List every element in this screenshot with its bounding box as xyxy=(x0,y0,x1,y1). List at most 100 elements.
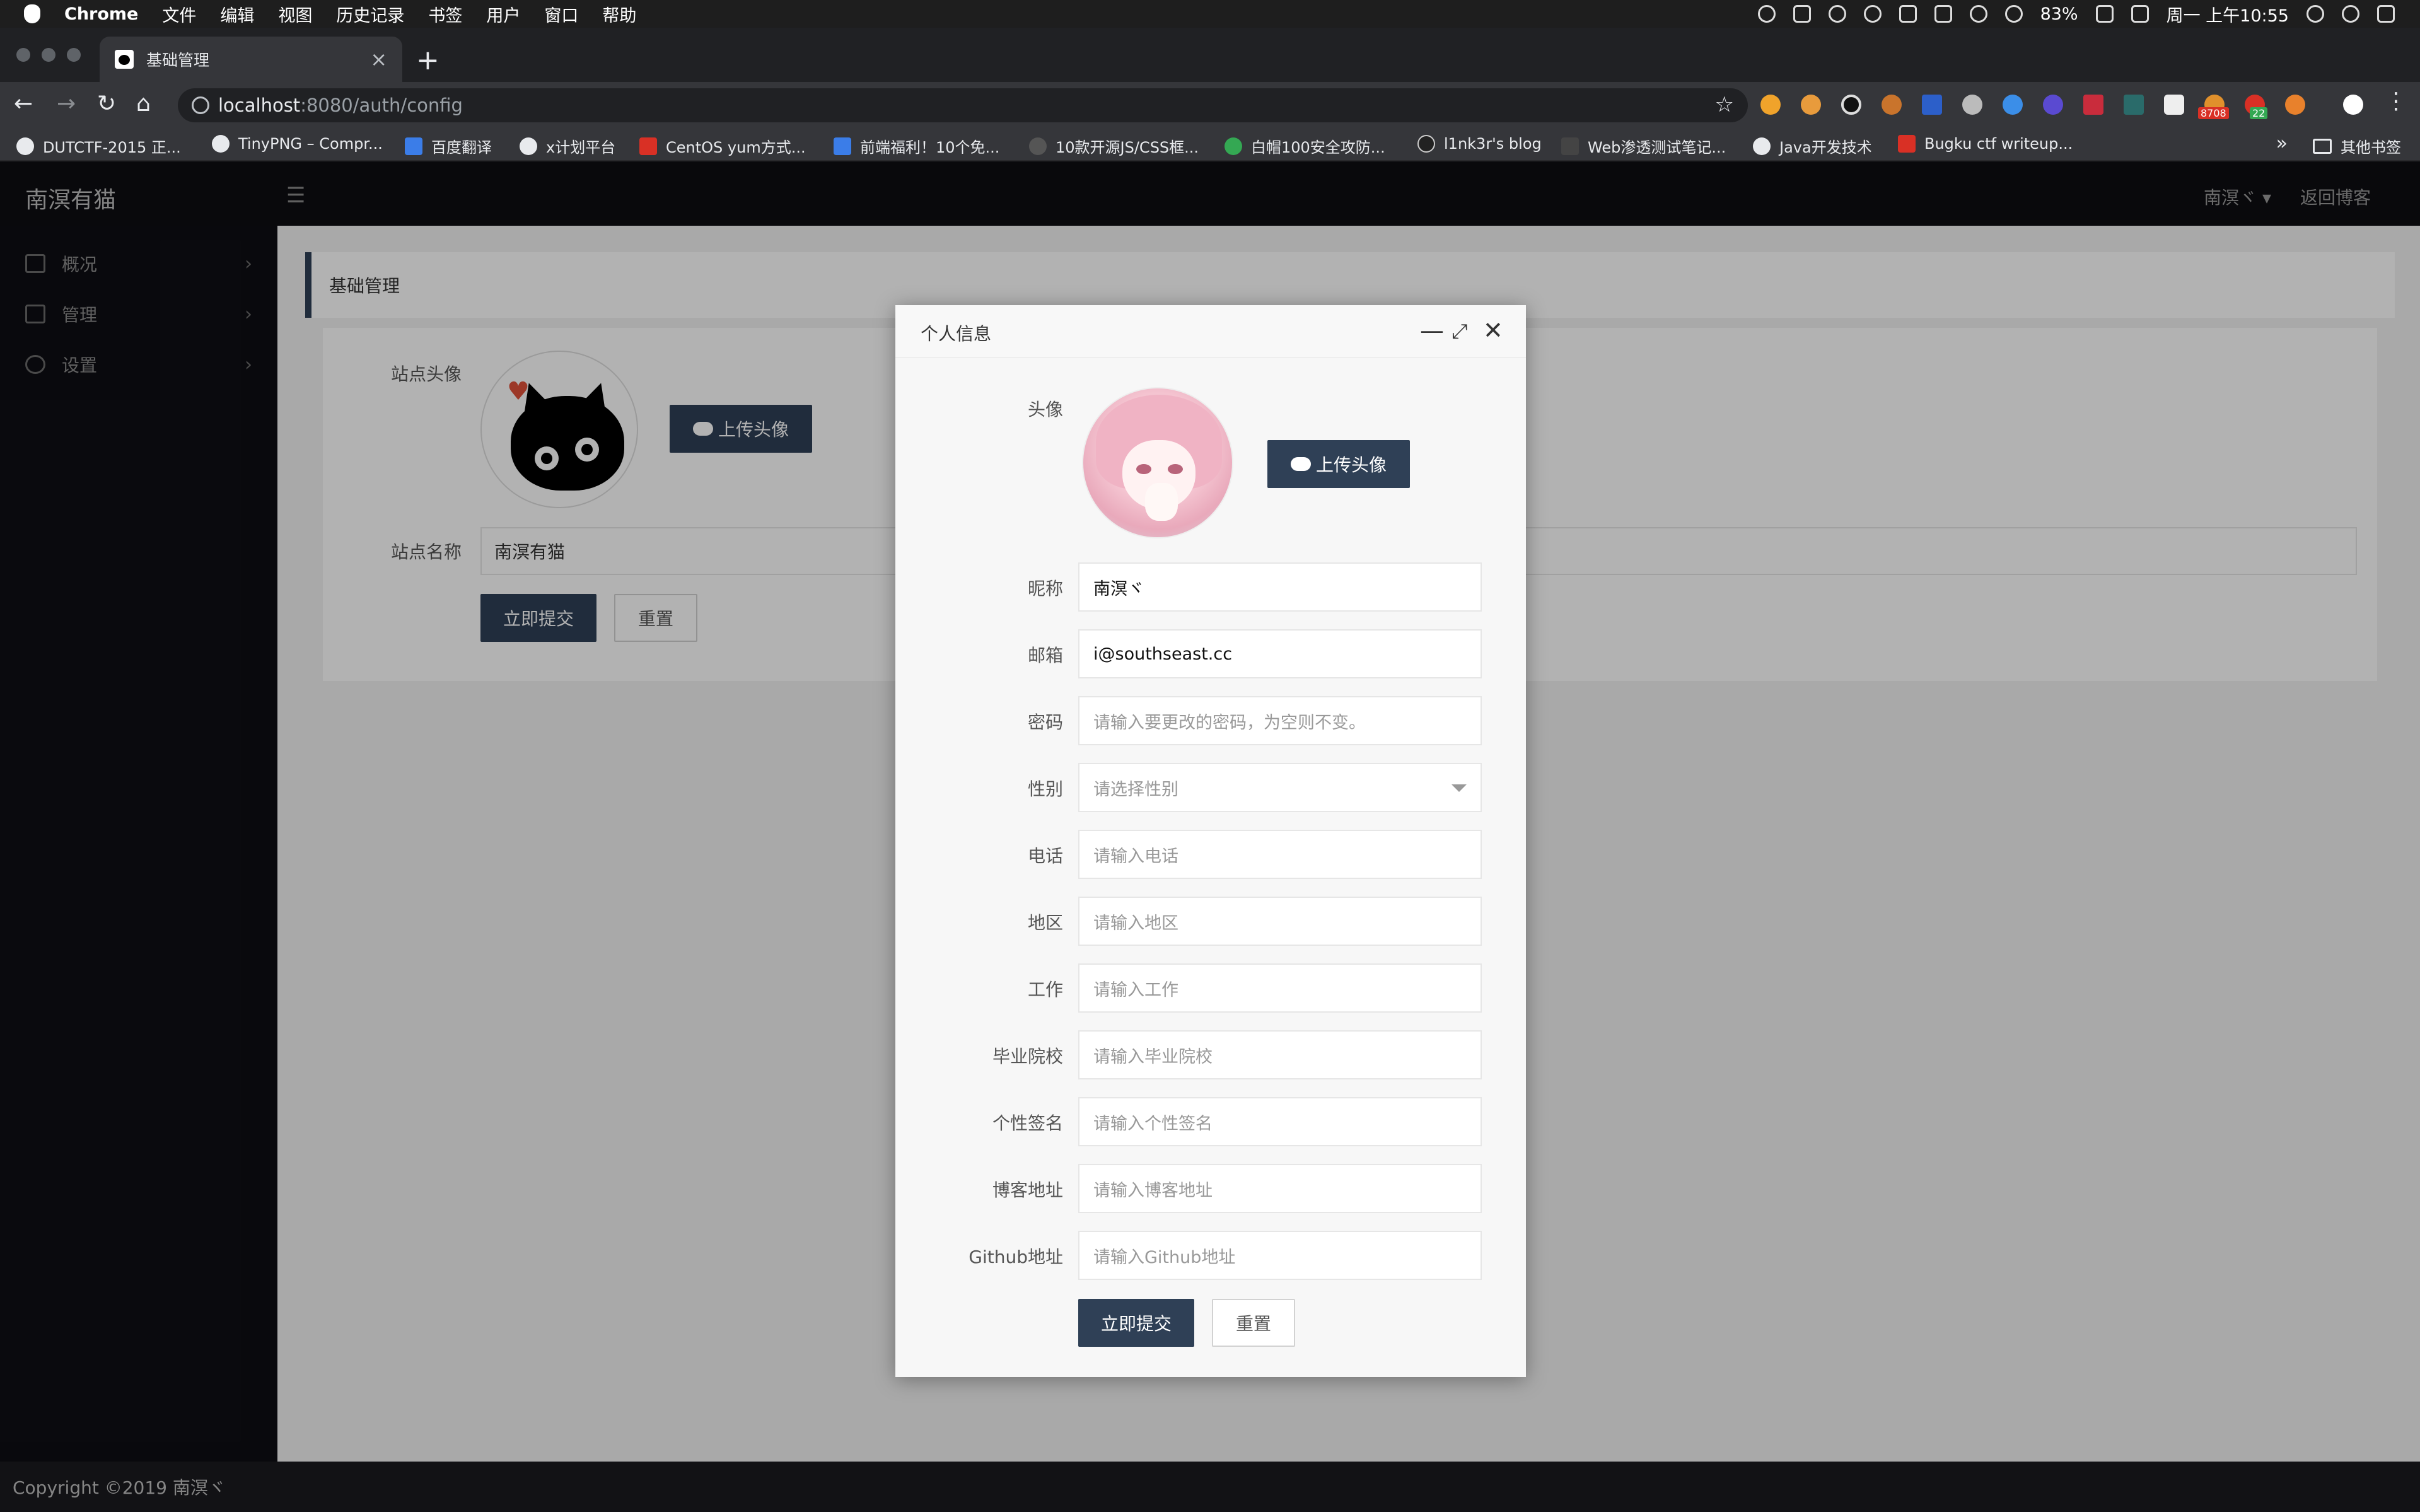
signature-input[interactable]: 请输入个性签名 xyxy=(1078,1097,1482,1146)
tab-active[interactable]: 基础管理 × xyxy=(100,37,402,82)
forward-arrow-icon[interactable]: → xyxy=(57,91,76,117)
bookmark-wechat-icon xyxy=(1225,137,1242,155)
bookmark-item[interactable]: Java开发技术 xyxy=(1753,135,1872,157)
terminal-extension-icon[interactable] xyxy=(2124,95,2144,115)
gender-select[interactable]: 请选择性别 xyxy=(1078,763,1482,812)
bookmark-label: 白帽100安全攻防... xyxy=(1251,139,1385,156)
school-input[interactable]: 请输入毕业院校 xyxy=(1078,1030,1482,1079)
mic-icon[interactable] xyxy=(1863,5,1882,23)
submit-button[interactable]: 立即提交 xyxy=(1078,1299,1194,1347)
docker-icon[interactable] xyxy=(1899,5,1917,23)
bookmark-item[interactable]: DUTCTF-2015 正... xyxy=(16,135,181,157)
menu-view[interactable]: 视图 xyxy=(278,2,312,26)
job-input[interactable]: 请输入工作 xyxy=(1078,963,1482,1013)
dollar-icon[interactable] xyxy=(1793,5,1811,23)
url-host: localhost xyxy=(218,95,301,116)
java-extension-icon[interactable] xyxy=(1882,95,1902,115)
menu-help[interactable]: 帮助 xyxy=(602,2,636,26)
reset-button[interactable]: 重置 xyxy=(1212,1299,1295,1347)
menu-people[interactable]: 用户 xyxy=(486,2,520,26)
close-icon[interactable]: ✕ xyxy=(1483,317,1503,344)
minimize-icon[interactable]: — xyxy=(1420,317,1444,344)
clock[interactable]: 周一 上午10:55 xyxy=(2167,2,2289,26)
record-extension-icon[interactable] xyxy=(1841,95,1861,115)
home-icon[interactable]: ⌂ xyxy=(136,91,151,117)
cookie-extension-icon[interactable] xyxy=(1801,95,1821,115)
bookmark-label: 10款开源JS/CSS框... xyxy=(1056,139,1199,156)
js-extension-icon[interactable] xyxy=(2083,95,2103,115)
bookmark-item[interactable]: l1nk3r's blog xyxy=(1417,135,1542,153)
bookmark-item[interactable]: 10款开源JS/CSS框... xyxy=(1029,135,1199,157)
gauge-extension-icon[interactable] xyxy=(2164,95,2184,115)
bluetooth-icon[interactable] xyxy=(1969,5,1987,23)
chrome-menu-icon[interactable]: ⋮ xyxy=(2385,88,2407,114)
folder-icon xyxy=(2313,138,2332,154)
tab-close-icon[interactable]: × xyxy=(370,47,387,71)
bookmark-item[interactable]: x计划平台 xyxy=(520,135,615,157)
bookmark-star-icon[interactable]: ☆ xyxy=(1715,92,1734,117)
tab-strip: 基础管理 × + xyxy=(0,28,2420,82)
s-app-icon[interactable] xyxy=(2131,5,2149,23)
settings-extension-icon[interactable] xyxy=(1962,95,1982,115)
bell-icon[interactable] xyxy=(1828,5,1846,23)
blog-url-input[interactable]: 请输入博客地址 xyxy=(1078,1164,1482,1213)
email-input[interactable]: i@southseast.cc xyxy=(1078,629,1482,678)
bookmark-panda-icon xyxy=(212,135,230,153)
gender-placeholder: 请选择性别 xyxy=(1093,779,1178,800)
apple-icon[interactable] xyxy=(24,4,40,23)
menu-file[interactable]: 文件 xyxy=(162,2,196,26)
upload-label: 上传头像 xyxy=(1315,455,1387,475)
github-url-input[interactable]: 请输入Github地址 xyxy=(1078,1231,1482,1280)
siri-icon[interactable] xyxy=(2342,5,2359,23)
wechat-icon[interactable] xyxy=(1757,5,1776,23)
reload-icon[interactable]: ↻ xyxy=(97,91,116,117)
signature-label: 个性签名 xyxy=(992,1113,1063,1134)
spotlight-search-icon[interactable] xyxy=(2307,5,2324,23)
address-bar[interactable]: localhost:8080/auth/config ☆ xyxy=(178,88,1748,122)
window-minimize-dot[interactable] xyxy=(42,48,55,62)
phone-input[interactable]: 请输入电话 xyxy=(1078,830,1482,879)
menu-history[interactable]: 历史记录 xyxy=(336,2,404,26)
user-avatar-image xyxy=(1082,387,1233,538)
bookmark-translate-icon xyxy=(405,137,422,155)
wifi-icon[interactable] xyxy=(2004,5,2023,23)
calendar-extension-icon[interactable] xyxy=(1922,95,1942,115)
back-arrow-icon[interactable]: ← xyxy=(14,91,33,117)
bookmark-item[interactable]: Web渗透测试笔记... xyxy=(1561,135,1726,157)
extension-badge-count: 8708 xyxy=(2198,107,2229,119)
bookmark-label: Web渗透测试笔记... xyxy=(1588,139,1726,156)
password-input[interactable]: 请输入要更改的密码，为空则不变。 xyxy=(1078,696,1482,745)
bookmark-item[interactable]: 前端福利！10个免... xyxy=(834,135,999,157)
battery-icon[interactable] xyxy=(2095,5,2114,23)
url-path: :8080/auth/config xyxy=(300,95,463,116)
nickname-input[interactable]: 南溟ヾ xyxy=(1078,562,1482,612)
profile-avatar-icon[interactable] xyxy=(2343,95,2363,115)
window-zoom-dot[interactable] xyxy=(67,48,81,62)
maximize-icon[interactable]: ⤢ xyxy=(1451,319,1468,344)
window-close-dot[interactable] xyxy=(16,48,30,62)
fox-extension-icon[interactable] xyxy=(2285,95,2305,115)
menu-bookmarks[interactable]: 书签 xyxy=(428,2,462,26)
battery-percent: 83% xyxy=(2040,4,2078,24)
school-label: 毕业院校 xyxy=(992,1046,1063,1067)
other-bookmarks[interactable]: 其他书签 xyxy=(2313,135,2401,157)
bookmark-item[interactable]: 百度翻译 xyxy=(405,135,492,157)
bookmarks-overflow-chevron-icon[interactable]: » xyxy=(2276,132,2288,154)
bookmark-item[interactable]: Bugku ctf writeup... xyxy=(1898,135,2073,153)
bookmark-item[interactable]: CentOS yum方式... xyxy=(639,135,806,157)
upload-avatar-button[interactable]: 上传头像 xyxy=(1267,440,1410,488)
region-input[interactable]: 请输入地区 xyxy=(1078,897,1482,946)
bookmark-item[interactable]: 白帽100安全攻防... xyxy=(1225,135,1385,157)
menu-window[interactable]: 窗口 xyxy=(544,2,578,26)
bookmark-label: TinyPNG – Compr... xyxy=(238,135,383,153)
new-tab-button[interactable]: + xyxy=(416,44,439,76)
shield-extension-icon[interactable] xyxy=(2043,95,2063,115)
bookmark-item[interactable]: TinyPNG – Compr... xyxy=(212,135,383,153)
menu-edit[interactable]: 编辑 xyxy=(220,2,254,26)
notification-center-icon[interactable] xyxy=(2377,5,2395,23)
amazon-extension-icon[interactable] xyxy=(1760,95,1781,115)
input-method-icon[interactable] xyxy=(1934,5,1952,23)
menu-app-name[interactable]: Chrome xyxy=(64,4,138,24)
site-info-icon[interactable] xyxy=(192,96,209,114)
globe-extension-icon[interactable] xyxy=(2003,95,2023,115)
